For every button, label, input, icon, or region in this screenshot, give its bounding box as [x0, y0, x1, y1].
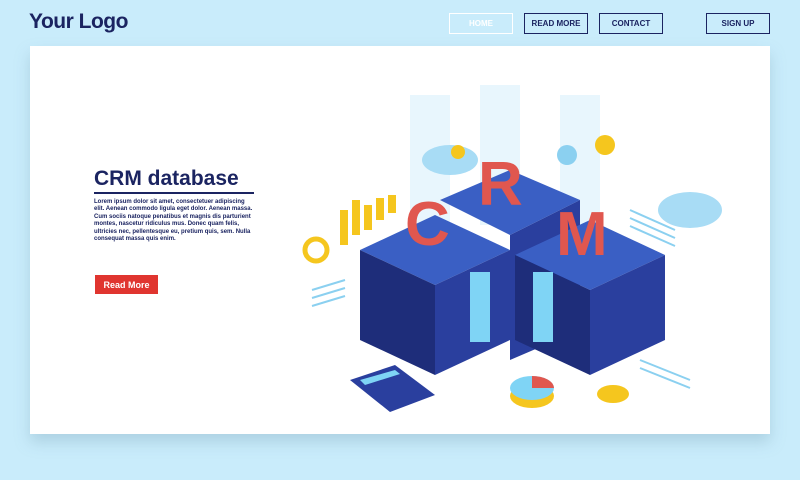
gear-icon [557, 145, 577, 165]
coin-icon [597, 385, 629, 403]
svg-text:M: M [556, 200, 608, 269]
svg-text:R: R [478, 150, 523, 219]
svg-text:C: C [405, 190, 450, 259]
credit-card-icon [350, 365, 435, 412]
crm-server-illustration: C R M [302, 85, 722, 412]
pie-chart-icon [510, 376, 554, 408]
donut-chart-icon [302, 236, 330, 264]
